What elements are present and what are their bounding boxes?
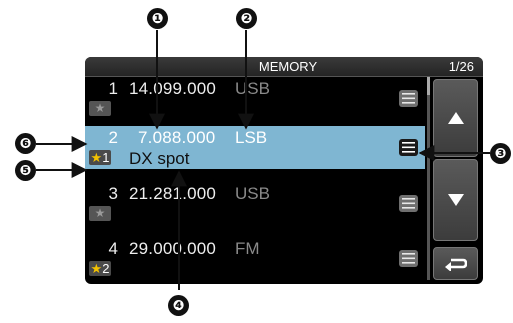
callout-2: ❷ (236, 8, 257, 29)
callout-arrows (36, 30, 490, 290)
callout-1: ❶ (147, 8, 168, 29)
callout-6: ❻ (15, 133, 36, 154)
callout-5: ❺ (15, 160, 36, 181)
callout-4: ❹ (168, 295, 189, 316)
callout-3: ❸ (490, 143, 511, 164)
annotated-memory-screen-figure: MEMORY 1/26 1 14.099.000 USB ★ 2 7.088.0… (0, 0, 513, 323)
